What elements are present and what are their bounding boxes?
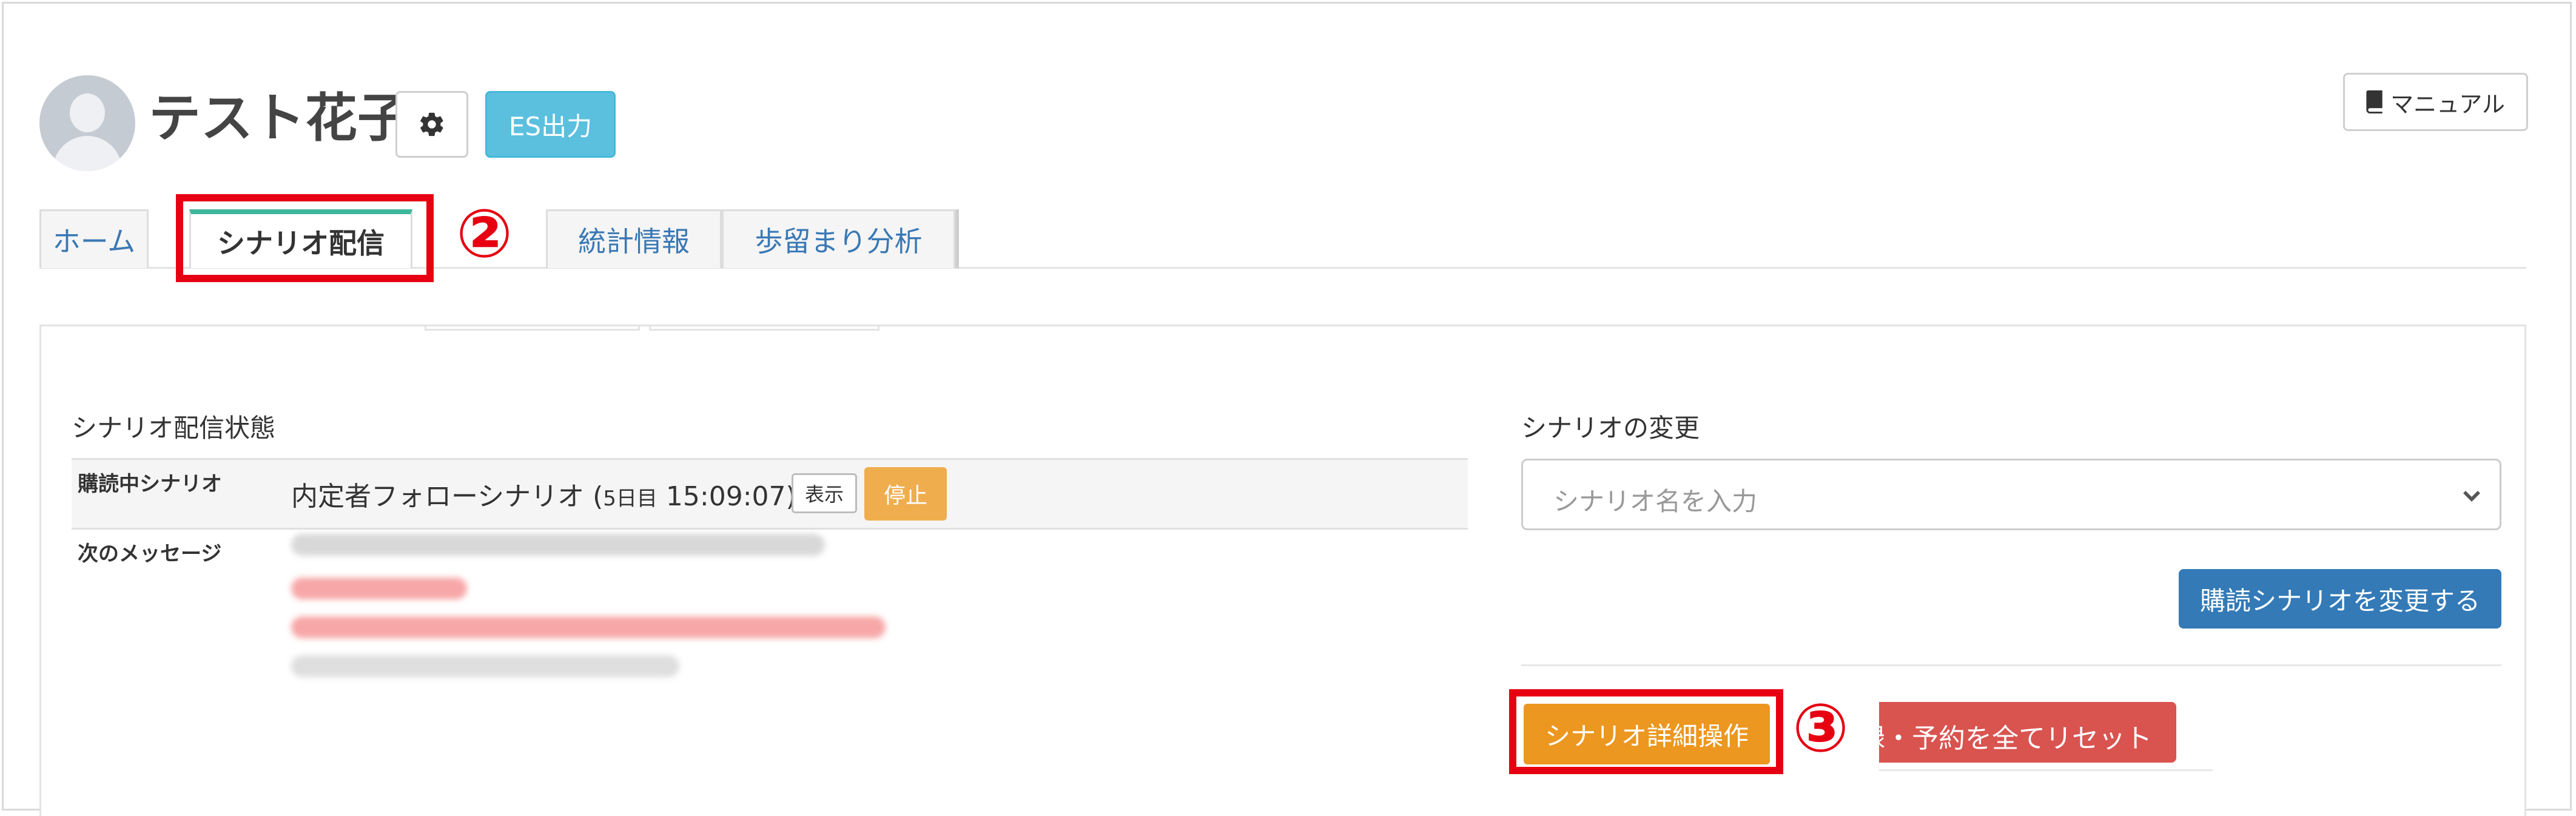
scenario-day: 5日目 xyxy=(603,487,657,511)
manual-button[interactable]: マニュアル xyxy=(2343,73,2528,131)
delivery-status-title: シナリオ配信状態 xyxy=(72,413,276,443)
ghost-tab-1 xyxy=(425,325,640,331)
next-message-blurred-line xyxy=(291,655,679,677)
step-2-marker: ② xyxy=(456,195,513,272)
es-export-button[interactable]: ES出力 xyxy=(485,91,616,158)
scenario-time: 15:09:07) xyxy=(657,481,796,512)
scenario-select[interactable]: シナリオ名を入力 xyxy=(1521,459,2501,530)
reset-all-button[interactable]: 録・予約を全てリセット xyxy=(1879,702,2176,763)
show-scenario-button[interactable]: 表示 xyxy=(792,473,857,513)
user-avatar-icon xyxy=(39,75,135,171)
highlight-scenario-tab xyxy=(176,194,434,282)
manual-label: マニュアル xyxy=(2390,90,2505,118)
step-3-marker: ③ xyxy=(1792,689,1849,767)
reading-scenario-label: 購読中シナリオ xyxy=(78,472,222,496)
next-message-blurred-line xyxy=(291,616,886,638)
tab-end-divider xyxy=(955,209,959,268)
tab-home[interactable]: ホーム xyxy=(39,209,149,268)
reset-divider xyxy=(1879,769,2213,771)
highlight-detail-button xyxy=(1509,689,1783,774)
chevron-down-icon xyxy=(2463,491,2480,502)
ghost-tab-2 xyxy=(649,325,879,331)
tab-yield-analysis[interactable]: 歩留まり分析 xyxy=(722,209,955,268)
gear-icon xyxy=(420,112,443,137)
scenario-select-placeholder: シナリオ名を入力 xyxy=(1553,487,1758,516)
book-icon xyxy=(2366,90,2383,113)
section-divider xyxy=(1521,664,2501,666)
next-message-blurred-line xyxy=(291,534,825,556)
current-scenario: 内定者フォローシナリオ (5日目 15:09:07) xyxy=(291,474,796,513)
user-name: テスト花子 xyxy=(149,88,409,149)
scenario-change-title: シナリオの変更 xyxy=(1521,413,1700,443)
settings-button[interactable] xyxy=(395,91,468,158)
change-subscription-button[interactable]: 購読シナリオを変更する xyxy=(2179,569,2501,629)
tab-statistics[interactable]: 統計情報 xyxy=(546,209,722,268)
next-message-blurred-line xyxy=(291,578,467,599)
stop-scenario-button[interactable]: 停止 xyxy=(864,467,947,521)
scenario-name: 内定者フォローシナリオ ( xyxy=(291,481,604,512)
reset-all-label: 録・予約を全てリセット xyxy=(1879,723,2152,754)
next-message-label: 次のメッセージ xyxy=(78,542,222,566)
